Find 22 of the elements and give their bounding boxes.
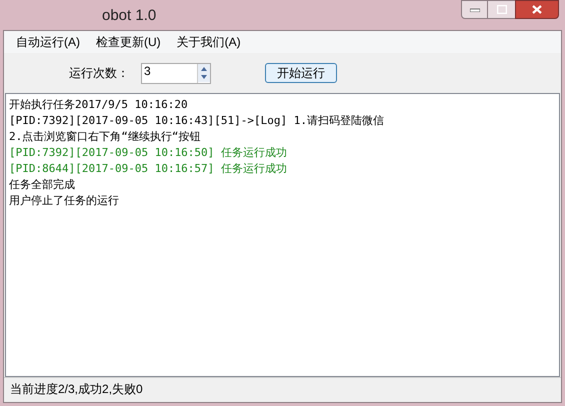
minimize-icon bbox=[470, 8, 480, 12]
window-title: obot 1.0 bbox=[102, 6, 156, 26]
close-button[interactable] bbox=[515, 0, 559, 19]
close-icon bbox=[532, 5, 542, 14]
log-line: 用户停止了任务的运行 bbox=[9, 193, 120, 209]
menu-item[interactable]: 关于我们(A) bbox=[170, 33, 247, 51]
log-line: [PID:7392][2017-09-05 10:16:43][51]->[Log] 1.请扫码登陆微信 bbox=[9, 113, 386, 129]
log-line: [PID:7392][2017-09-05 10:16:50] 任务运行成功 bbox=[9, 145, 288, 161]
run-count-label: 运行次数： bbox=[69, 65, 129, 82]
menu-item[interactable]: 检查更新(U) bbox=[90, 33, 167, 51]
log-line: [PID:8644][2017-09-05 10:16:57] 任务运行成功 bbox=[9, 161, 288, 177]
run-count-spinbox[interactable]: 3 bbox=[141, 62, 211, 84]
status-text: 当前进度2/3,成功2,失败0 bbox=[10, 380, 143, 398]
maximize-icon bbox=[496, 5, 506, 14]
maximize-button[interactable] bbox=[488, 0, 515, 19]
log-line: 开始执行任务2017/9/5 10:16:20 bbox=[9, 97, 189, 113]
minimize-button[interactable] bbox=[461, 0, 488, 19]
log-line: 2.点击浏览窗口右下角“继续执行“按钮 bbox=[9, 129, 202, 145]
log-line: 任务全部完成 bbox=[9, 177, 76, 193]
spin-up-icon bbox=[198, 64, 210, 72]
start-button[interactable]: 开始运行 bbox=[265, 63, 337, 83]
menu-item[interactable]: 自动运行(A) bbox=[10, 33, 86, 51]
